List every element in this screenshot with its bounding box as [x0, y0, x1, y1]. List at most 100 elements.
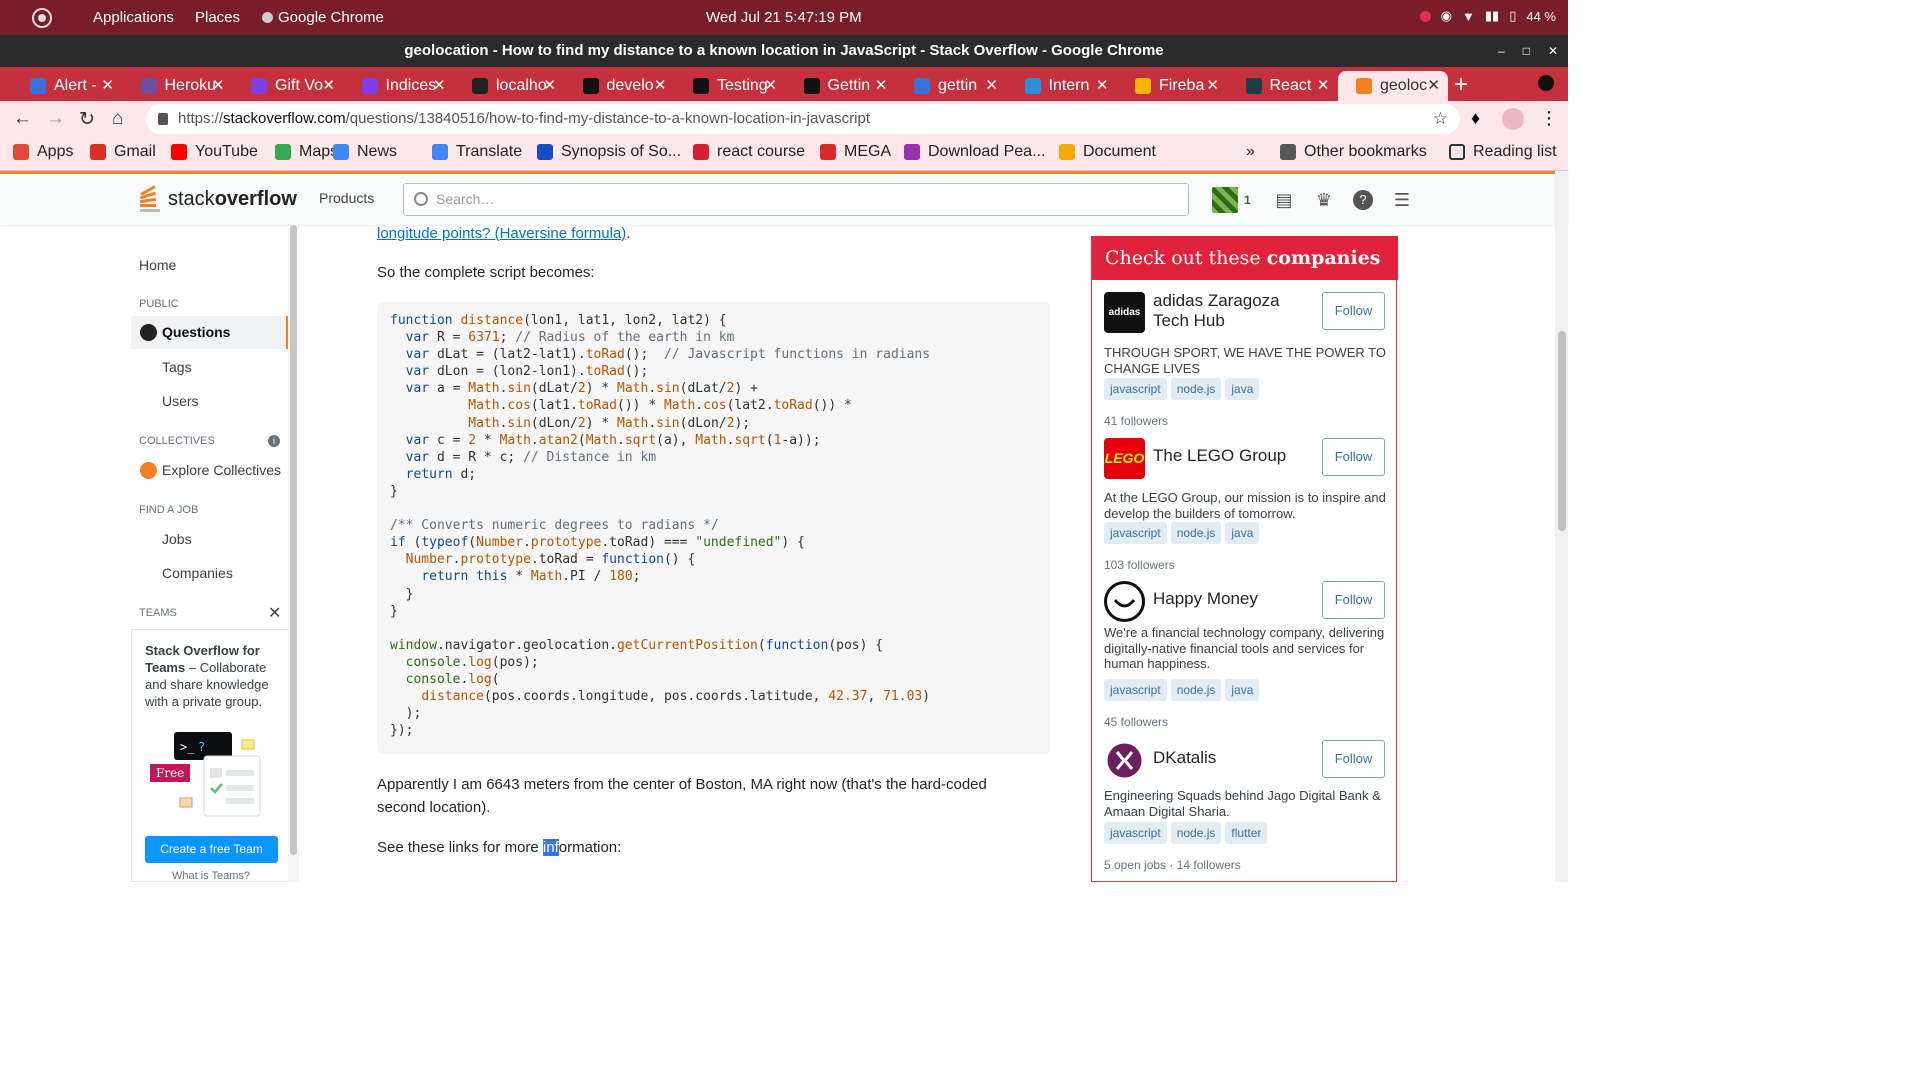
close-tab-icon[interactable]: ✕ [764, 76, 777, 94]
create-team-button[interactable]: Create a free Team [145, 836, 278, 863]
browser-tab[interactable]: Fireba ✕ [1117, 71, 1227, 101]
browser-tab[interactable]: React ✕ [1228, 71, 1338, 101]
close-tab-icon[interactable]: ✕ [433, 76, 446, 94]
bookmark-item[interactable]: Translate [432, 143, 522, 161]
tag-chip[interactable]: node.js [1170, 378, 1222, 400]
bookmark-item[interactable]: Synopsis of So... [537, 143, 681, 161]
nav-home[interactable]: Home [139, 257, 176, 273]
bookmark-item[interactable]: Download Pea... [904, 143, 1045, 161]
clock[interactable]: Wed Jul 21 5:47:19 PM [706, 9, 862, 26]
browser-tab[interactable]: Testing ✕ [675, 71, 785, 101]
tag-chip[interactable]: node.js [1170, 522, 1222, 544]
follow-button[interactable]: Follow [1322, 740, 1385, 778]
minimize-icon[interactable]: – [1498, 35, 1505, 67]
back-icon[interactable]: ← [13, 108, 32, 130]
browser-tab[interactable]: Gettin ✕ [786, 71, 896, 101]
tag-chip[interactable]: java [1225, 522, 1260, 544]
tag-chip[interactable]: java [1225, 378, 1260, 400]
follow-button[interactable]: Follow [1322, 292, 1385, 330]
activities-icon[interactable] [32, 8, 52, 28]
browser-tab[interactable]: Indices ✕ [344, 71, 454, 101]
nav-users[interactable]: Users [162, 393, 199, 409]
reading-list[interactable]: Reading list [1449, 143, 1557, 161]
places-menu[interactable]: Places [195, 9, 240, 26]
company-name[interactable]: adidas Zaragoza Tech Hub [1153, 291, 1313, 331]
bookmark-item[interactable]: Maps [275, 143, 338, 161]
bookmark-item[interactable]: YouTube [171, 143, 258, 161]
close-tab-icon[interactable]: ✕ [985, 76, 998, 94]
nav-explore-collectives[interactable]: Explore Collectives [162, 462, 281, 478]
company-logo[interactable] [1104, 740, 1145, 781]
follow-button[interactable]: Follow [1322, 581, 1385, 619]
profile-avatar[interactable] [1502, 108, 1524, 130]
company-logo[interactable]: adidas [1104, 292, 1145, 333]
close-tab-icon[interactable]: ✕ [654, 76, 667, 94]
applications-menu[interactable]: Applications [93, 9, 174, 26]
follow-button[interactable]: Follow [1322, 438, 1385, 476]
extensions-icon[interactable]: ♦ [1471, 108, 1480, 129]
search-input[interactable]: Search… [403, 183, 1189, 216]
home-icon[interactable]: ⌂ [112, 108, 123, 130]
achievements-icon[interactable]: ♛ [1314, 190, 1334, 210]
company-name[interactable]: DKatalis [1153, 748, 1313, 768]
browser-tab[interactable]: develo ✕ [565, 71, 675, 101]
tag-chip[interactable]: javascript [1104, 822, 1167, 844]
nav-tags[interactable]: Tags [162, 359, 192, 375]
new-tab-button[interactable]: + [1454, 71, 1468, 99]
close-tab-icon[interactable]: ✕ [1096, 76, 1109, 94]
chrome-app-menu[interactable]: Google Chrome [262, 9, 384, 26]
tag-chip[interactable]: java [1225, 679, 1260, 701]
more-bookmarks-icon[interactable]: » [1246, 143, 1255, 161]
bookmark-item[interactable]: Apps [13, 143, 73, 161]
haversine-link[interactable]: longitude points? (Haversine formula) [377, 225, 626, 242]
browser-tab[interactable]: Intern ✕ [1007, 71, 1117, 101]
info-icon[interactable]: i [268, 435, 280, 447]
so-logo[interactable]: stackoverflow [138, 184, 297, 214]
tag-chip[interactable]: javascript [1104, 522, 1167, 544]
browser-tab[interactable]: gettin ✕ [896, 71, 1006, 101]
nav-jobs[interactable]: Jobs [162, 531, 192, 547]
chrome-menu-icon[interactable]: ⋮ [1540, 108, 1558, 129]
tag-chip[interactable]: node.js [1170, 822, 1222, 844]
tag-chip[interactable]: javascript [1104, 679, 1167, 701]
tab-search-icon[interactable] [1538, 75, 1554, 91]
close-tab-icon[interactable]: ✕ [1427, 76, 1440, 94]
page-scrollbar[interactable] [1555, 171, 1568, 882]
reload-icon[interactable]: ↻ [79, 108, 95, 131]
what-is-teams-link[interactable]: What is Teams? [132, 870, 290, 882]
close-window-icon[interactable]: ✕ [1548, 35, 1558, 67]
browser-tab[interactable]: Alert - ✕ [12, 71, 122, 101]
tag-chip[interactable]: flutter [1225, 822, 1268, 844]
browser-tab[interactable]: geoloc ✕ [1338, 71, 1448, 101]
close-tab-icon[interactable]: ✕ [322, 76, 335, 94]
company-name[interactable]: The LEGO Group [1153, 446, 1313, 466]
browser-tab[interactable]: localho ✕ [454, 71, 564, 101]
nav-companies[interactable]: Companies [162, 565, 233, 581]
bookmark-item[interactable]: Document [1059, 143, 1156, 161]
products-menu[interactable]: Products [319, 190, 374, 206]
system-tray[interactable]: ◉ ▼ ▮▮ ▯ 44 % [1419, 8, 1556, 24]
tag-chip[interactable]: node.js [1170, 679, 1222, 701]
company-logo[interactable] [1104, 581, 1145, 622]
reputation-count[interactable]: 1 [1244, 193, 1251, 207]
bookmark-item[interactable]: react course [693, 143, 805, 161]
site-switcher-icon[interactable]: ☰ [1392, 190, 1412, 210]
lock-icon[interactable] [158, 113, 168, 125]
close-tab-icon[interactable]: ✕ [1206, 76, 1219, 94]
other-bookmarks[interactable]: Other bookmarks [1280, 143, 1427, 161]
close-tab-icon[interactable]: ✕ [101, 76, 114, 94]
browser-tab[interactable]: Gift Vo ✕ [233, 71, 343, 101]
inbox-icon[interactable]: ▤ [1274, 190, 1294, 210]
user-avatar[interactable] [1212, 187, 1238, 213]
company-name[interactable]: Happy Money [1153, 589, 1313, 609]
bookmark-item[interactable]: News [333, 143, 397, 161]
sidebar-scrollbar[interactable] [288, 225, 299, 882]
company-logo[interactable]: LEGO [1104, 438, 1145, 479]
forward-icon[interactable]: → [46, 108, 65, 130]
bookmark-item[interactable]: Gmail [90, 143, 156, 161]
close-teams-icon[interactable]: ✕ [268, 603, 281, 623]
maximize-icon[interactable]: □ [1523, 35, 1530, 67]
close-tab-icon[interactable]: ✕ [875, 76, 888, 94]
address-bar[interactable]: https://stackoverflow.com/questions/1384… [146, 104, 1460, 134]
close-tab-icon[interactable]: ✕ [543, 76, 556, 94]
